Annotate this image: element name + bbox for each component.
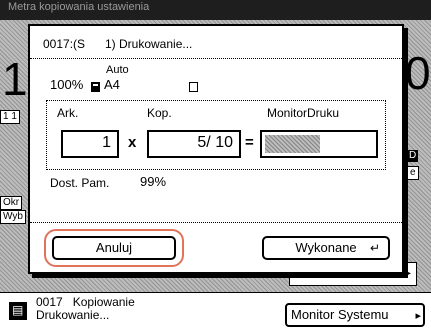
dialog-title: 0017:(S 1) Drukowanie... [43,37,192,51]
done-label: Wykonane [295,240,357,255]
job-number: 0017 [36,295,63,309]
counter-group: Ark. Kop. MonitorDruku 1 x 5/ 10 = [46,100,386,170]
print-progress-bar [260,130,378,158]
equals-sign: = [245,134,254,151]
print-monitor-label: MonitorDruku [267,106,340,120]
page-orientation-icon [189,82,198,92]
enter-icon: ↵ [369,241,380,255]
background-fragment: Wyb [0,210,26,224]
zoom-ratio: 100% [50,77,84,92]
sheets-label: Ark. [57,106,79,120]
job-type: Kopiowanie [72,295,135,309]
cancel-button[interactable]: Anuluj [52,236,176,260]
background-fragment: 1 1 [0,110,20,124]
paper-size: A4 [104,77,120,92]
arrow-icon: ▸ [415,310,421,322]
done-button[interactable]: Wykonane ↵ [262,236,390,260]
background-large-digit-left: 1 [2,53,28,105]
copies-value: 5/ 10 [147,130,241,158]
divider [30,222,402,223]
job-id: 0017:(S [43,37,86,51]
print-job-dialog: 0017:(S 1) Drukowanie... 100% Auto A4 Ark… [28,24,404,274]
status-bar: ▤ 0017 Kopiowanie Drukowanie... Monitor … [0,292,431,330]
sheets-value: 1 [61,130,119,158]
memory-label: Dost. Pam. [50,176,110,190]
multiply-sign: x [128,134,137,151]
background-fragment: e [407,166,419,180]
title-bar: Metra kopiowania ustawienia [0,0,431,20]
triangle-right-icon: ▶ [403,268,411,279]
copies-label: Kop. [147,106,172,120]
system-monitor-button[interactable]: Monitor Systemu ▸ [285,303,425,327]
paper-mode: Auto [106,64,129,76]
job-status: 0017 Kopiowanie Drukowanie... [36,296,135,322]
background-large-digit-right: 0 [405,47,431,99]
paper-drawer-icon [91,82,100,92]
memory-value: 99% [140,174,167,189]
divider [30,58,402,59]
system-monitor-label: Monitor Systemu [291,307,389,322]
copier-screen: Metra kopiowania ustawienia 1 0 1 1 D Ok… [0,0,431,330]
print-progress-fill [265,135,320,153]
job-state: Drukowanie... [36,308,110,322]
memory-status: Dost. Pam. 99% [50,174,166,190]
job-copies-status: 1) Drukowanie... [105,37,193,51]
print-job-icon: ▤ [9,302,27,320]
background-fragment: D [407,150,419,162]
background-fragment: Okr [0,196,23,210]
screen-title: Metra kopiowania ustawienia [8,1,150,13]
